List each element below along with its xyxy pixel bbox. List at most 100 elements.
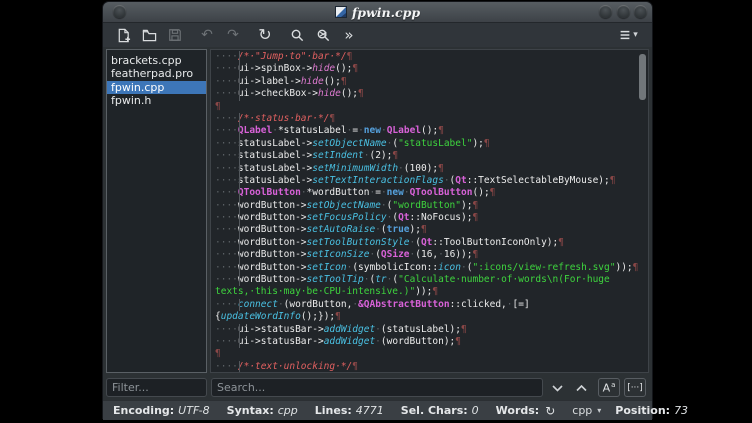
code-line[interactable]: ····/*·status·bar·*/¶ — [215, 113, 648, 125]
window-title: fpwin.cpp — [352, 5, 420, 20]
toolbar-overflow-button[interactable]: » — [336, 25, 362, 45]
code-segment: ui->spinBox-> — [238, 63, 312, 74]
code-line[interactable]: ····ui->statusBar->addWidget·(wordButton… — [215, 336, 648, 348]
code-line[interactable]: ····wordButton->setToolButtonStyle·(Qt::… — [215, 237, 648, 249]
search-prev-button[interactable] — [571, 379, 591, 397]
code-line[interactable]: ····connect·(wordButton,·&QAbstractButto… — [215, 299, 648, 311]
code-line[interactable]: ····wordButton->setIcon·(symbolicIcon::i… — [215, 262, 648, 274]
jump-bar-button[interactable] — [310, 25, 336, 45]
maximize-button[interactable] — [617, 5, 630, 18]
whole-word-button[interactable]: [···] — [624, 378, 646, 397]
editor-scrollbar[interactable] — [639, 54, 646, 100]
code-segment: ···· — [215, 88, 238, 99]
code-segment: wordButton-> — [238, 212, 307, 223]
file-list-item[interactable]: fpwin.cpp — [107, 81, 206, 94]
code-segment: ¶ — [432, 286, 438, 297]
code-segment: setObjectName — [307, 200, 381, 211]
search-toggle-button[interactable] — [284, 25, 310, 45]
word-count-refresh-button[interactable]: ↻ — [545, 404, 555, 418]
encoding-status: Encoding: UTF-8 — [113, 404, 210, 417]
code-segment: icon — [438, 262, 461, 273]
code-line[interactable]: ····ui->label->hide();¶ — [215, 76, 648, 88]
code-segment: 16)); — [444, 249, 473, 260]
file-list-item[interactable]: brackets.cpp — [107, 54, 206, 67]
filter-input[interactable] — [106, 378, 207, 397]
syntax-selector[interactable]: cpp ▾ — [572, 404, 601, 417]
code-line[interactable]: ····statusLabel->setObjectName·("statusL… — [215, 138, 648, 150]
code-segment: (); — [335, 63, 352, 74]
desktop: { "window": { "title": "fpwin.cpp" }, "i… — [0, 0, 752, 423]
code-line[interactable]: ····wordButton->setToolTip·(tr·("Calcula… — [215, 274, 648, 286]
code-segment: setFocusPolicy — [307, 212, 387, 223]
main-menu-button[interactable]: ▾ — [611, 25, 645, 45]
reload-button[interactable]: ↻ — [252, 25, 278, 45]
search-next-button[interactable] — [547, 379, 567, 397]
code-segment: tr — [375, 274, 386, 285]
code-segment: ¶ — [352, 361, 358, 372]
code-line[interactable]: ¶ — [215, 348, 648, 360]
code-segment: ···· — [215, 237, 238, 248]
search-icon — [290, 28, 305, 43]
code-segment: ¶ — [341, 76, 347, 87]
search-input[interactable] — [211, 378, 543, 397]
code-segment: QToolButton — [410, 187, 473, 198]
code-line[interactable]: ····wordButton->setFocusPolicy·(Qt::NoFo… — [215, 212, 648, 224]
save-button[interactable] — [162, 25, 188, 45]
code-line[interactable]: ····QToolButton·*wordButton·=·new·QToolB… — [215, 187, 648, 199]
code-segment: ···· — [215, 113, 238, 124]
code-segment: ":icons/view-refresh.svg" — [472, 262, 615, 273]
match-case-button[interactable]: Aa — [598, 378, 620, 397]
code-segment: new — [387, 187, 404, 198]
file-list: brackets.cppfeatherpad.profpwin.cppfpwin… — [106, 49, 207, 373]
code-line[interactable]: ····statusLabel->setTextInteractionFlags… — [215, 175, 648, 187]
code-segment: new — [364, 125, 381, 136]
code-segment: statusLabel-> — [238, 138, 312, 149]
redo-icon: ↷ — [227, 28, 239, 42]
code-segment: statusLabel-> — [238, 150, 312, 161]
code-segment: (); — [324, 76, 341, 87]
code-segment: ···· — [215, 163, 238, 174]
code-segment: (); — [473, 187, 490, 198]
code-line[interactable]: ····statusLabel->setMinimumWidth·(100);¶ — [215, 163, 648, 175]
file-list-item[interactable]: featherpad.pro — [107, 67, 206, 80]
code-line[interactable]: ····wordButton->setIconSize·(QSize·(16,·… — [215, 249, 648, 261]
code-segment: ···· — [215, 125, 238, 136]
code-line[interactable]: ····wordButton->setAutoRaise·(true);¶ — [215, 224, 648, 236]
code-segment: ui->label-> — [238, 76, 301, 87]
code-segment: ···· — [215, 138, 238, 149]
editor[interactable]: ····/*·"Jump·to"·bar·*/¶····ui->spinBox-… — [210, 49, 649, 373]
code-line[interactable]: ····statusLabel->setIndent·(2);¶ — [215, 150, 648, 162]
code-line[interactable]: ····ui->checkBox->hide();¶ — [215, 88, 648, 100]
code-line[interactable]: ¶ — [215, 101, 648, 113]
code-line[interactable]: ····ui->statusBar->addWidget·(statusLabe… — [215, 324, 648, 336]
new-file-button[interactable] — [110, 25, 136, 45]
redo-button[interactable]: ↷ — [220, 25, 246, 45]
code-segment: ···· — [215, 262, 238, 273]
code-segment: ···· — [215, 63, 238, 74]
code-segment: ¶ — [438, 163, 444, 174]
code-line[interactable]: ····wordButton->setObjectName·("wordButt… — [215, 200, 648, 212]
code-line[interactable]: ····/*·"Jump·to"·bar·*/¶ — [215, 51, 648, 63]
code-line[interactable]: ····ui->spinBox->hide();¶ — [215, 63, 648, 75]
search-off-icon — [316, 28, 331, 43]
undo-icon: ↶ — [201, 28, 213, 42]
code-segment: (statusLabel); — [381, 324, 461, 335]
open-file-button[interactable] — [136, 25, 162, 45]
close-button[interactable] — [634, 5, 647, 18]
code-segment: /*·text·unlocking·*/ — [238, 361, 352, 372]
minimize-button[interactable] — [599, 5, 612, 18]
file-list-item[interactable]: fpwin.h — [107, 94, 206, 107]
code-segment: setToolButtonStyle — [307, 237, 410, 248]
code-line[interactable]: texts,·this·may·be·CPU-intensive.)"));¶ — [215, 286, 648, 298]
title-area: fpwin.cpp — [103, 2, 652, 22]
code-line[interactable]: ····QLabel·*statusLabel·=·new·QLabel();¶ — [215, 125, 648, 137]
code-segment: ¶ — [490, 187, 496, 198]
chevron-up-icon — [576, 385, 587, 392]
reload-icon: ↻ — [258, 27, 271, 43]
undo-button[interactable]: ↶ — [194, 25, 220, 45]
code-segment: ¶ — [633, 262, 639, 273]
code-line[interactable]: ····/*·text·unlocking·*/¶ — [215, 361, 648, 373]
code-segment: ui->checkBox-> — [238, 88, 318, 99]
code-segment: )); — [615, 262, 632, 273]
code-line[interactable]: {updateWordInfo();});¶ — [215, 311, 648, 323]
